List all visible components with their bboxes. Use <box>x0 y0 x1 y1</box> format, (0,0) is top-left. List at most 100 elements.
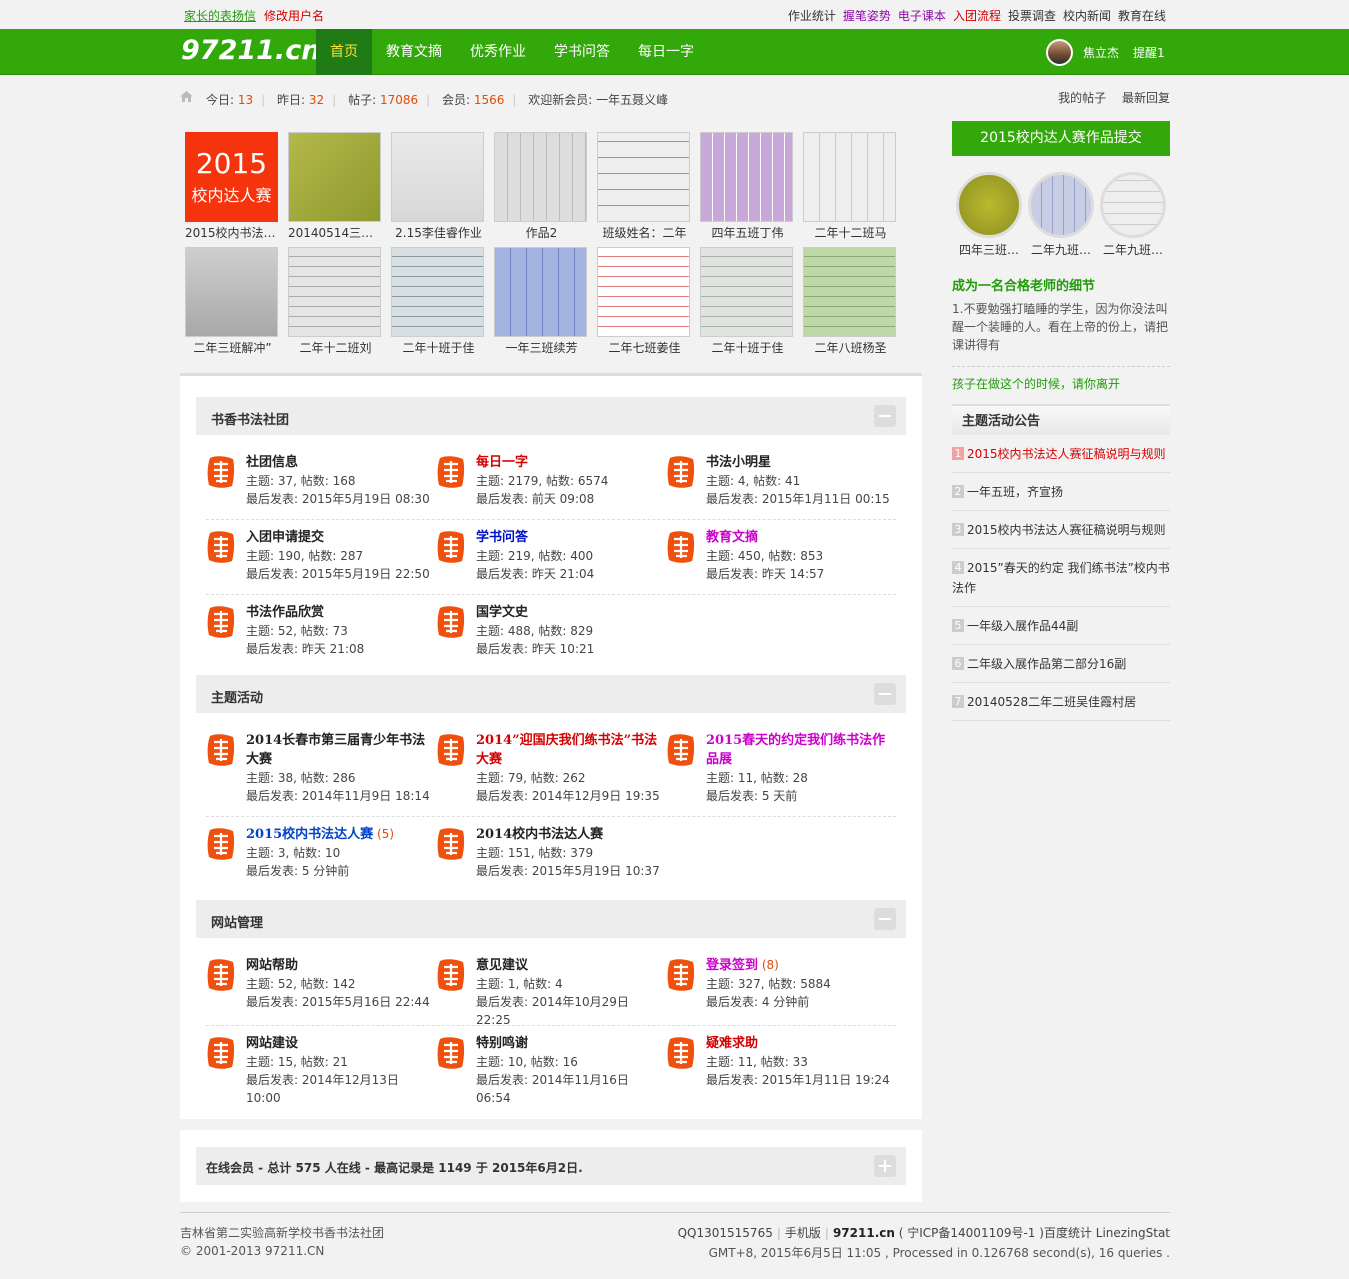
forum-last-post[interactable]: 最后发表: 昨天 21:04 <box>476 565 666 583</box>
forum-last-post[interactable]: 最后发表: 2015年5月19日 22:50 <box>246 565 436 583</box>
announcement-text[interactable]: 2015校内书法达人赛征稿说明与规则 <box>967 447 1166 461</box>
topbar-link[interactable]: 修改用户名 <box>264 9 324 23</box>
submit-work-button[interactable]: 2015校内达人赛作品提交 <box>952 121 1170 156</box>
forum-last-post[interactable]: 最后发表: 4 分钟前 <box>706 993 896 1011</box>
footer-site[interactable]: 97211.cn <box>833 1226 895 1240</box>
forum-last-post[interactable]: 最后发表: 2015年5月16日 22:44 <box>246 993 436 1011</box>
featured-work-caption[interactable]: 四年三班… <box>956 241 1022 258</box>
topbar-link[interactable]: 入团流程 <box>953 9 1001 23</box>
article-title[interactable]: 成为一名合格老师的细节 <box>952 275 1170 294</box>
thumbnail-image[interactable] <box>700 247 793 337</box>
site-logo[interactable]: 97211.cn <box>181 35 320 66</box>
thumbnail-caption[interactable]: 一年三班续芳 <box>494 339 589 357</box>
forum-last-post[interactable]: 最后发表: 2014年12月13日 10:00 <box>246 1071 436 1107</box>
topbar-link[interactable]: 作业统计 <box>788 9 836 23</box>
announcement-text[interactable]: 20140528二年二班吴佳霞村居 <box>967 695 1136 709</box>
thumbnail-image[interactable] <box>185 247 278 337</box>
forum-last-post[interactable]: 最后发表: 昨天 10:21 <box>476 640 666 658</box>
featured-work[interactable]: 二年九班… <box>1100 172 1166 258</box>
thumbnail-item[interactable]: 一年三班续芳 <box>494 247 589 357</box>
forum-name-link[interactable]: 2014长春市第三届青少年书法大赛 <box>246 733 425 767</box>
forum-name-link[interactable]: 网站建设 <box>246 1036 298 1051</box>
forum-name-link[interactable]: 书法小明星 <box>706 455 771 470</box>
topbar-link[interactable]: 投票调查 <box>1008 9 1056 23</box>
forum-name-link[interactable]: 意见建议 <box>476 958 528 973</box>
thumbnail-caption[interactable]: 二年十班于佳 <box>700 339 795 357</box>
category-header[interactable]: 网站管理 <box>196 900 906 938</box>
collapse-toggle-icon[interactable] <box>874 908 896 930</box>
forum-last-post[interactable]: 最后发表: 昨天 21:08 <box>246 640 436 658</box>
thumbnail-item[interactable]: 二年三班解冲” <box>185 247 280 357</box>
username-link[interactable]: 焦立杰 <box>1083 44 1119 61</box>
forum-last-post[interactable]: 最后发表: 5 天前 <box>706 787 896 805</box>
thumbnail-item[interactable]: 二年十班于佳 <box>391 247 486 357</box>
forum-last-post[interactable]: 最后发表: 2015年5月19日 10:37 <box>476 862 666 880</box>
featured-work-image[interactable] <box>956 172 1022 238</box>
announcement-text[interactable]: 一年级入展作品44副 <box>967 619 1078 633</box>
topbar-link[interactable]: 校内新闻 <box>1063 9 1111 23</box>
announcement-text[interactable]: 2015”春天的约定 我们练书法”校内书法作 <box>952 561 1170 595</box>
thumbnail-caption[interactable]: 二年七班姜佳 <box>597 339 692 357</box>
topbar-link[interactable]: 家长的表扬信 <box>184 9 256 23</box>
forum-name-link[interactable]: 2015校内书法达人赛 <box>246 827 373 842</box>
article-link[interactable]: 孩子在做这个的时候，请你离开 <box>952 366 1170 392</box>
footer-copyright[interactable]: © 2001-2013 97211.CN <box>180 1244 324 1258</box>
forum-name-link[interactable]: 书法作品欣赏 <box>246 605 324 620</box>
thumbnail-item[interactable]: 20140514三年六班 <box>288 132 383 242</box>
thumbnail-caption[interactable]: 二年三班解冲” <box>185 339 280 357</box>
announcement-item[interactable]: 3 2015校内书法达人赛征稿说明与规则 <box>952 511 1170 549</box>
thumbnail-image[interactable] <box>494 132 587 222</box>
nav-item[interactable]: 学书问答 <box>540 29 624 75</box>
thumbnail-caption[interactable]: 二年十二班马 <box>803 224 898 242</box>
forum-name-link[interactable]: 登录签到 <box>706 958 758 973</box>
thumbnail-image[interactable]: 2015 校内达人赛 <box>185 132 278 222</box>
announcement-item[interactable]: 6 二年级入展作品第二部分16副 <box>952 645 1170 683</box>
thumbnail-item[interactable]: 四年五班丁伟 <box>700 132 795 242</box>
announcement-item[interactable]: 4 2015”春天的约定 我们练书法”校内书法作 <box>952 549 1170 607</box>
thumbnail-item[interactable]: 班级姓名：二年 <box>597 132 692 242</box>
category-title[interactable]: 主题活动 <box>211 687 263 706</box>
announcement-item[interactable]: 7 20140528二年二班吴佳霞村居 <box>952 683 1170 721</box>
forum-name-link[interactable]: 社团信息 <box>246 455 298 470</box>
thumbnail-item[interactable]: 二年七班姜佳 <box>597 247 692 357</box>
expand-toggle-icon[interactable] <box>874 1155 896 1177</box>
thumbnail-image[interactable] <box>391 247 484 337</box>
forum-last-post[interactable]: 最后发表: 2015年1月11日 00:15 <box>706 490 896 508</box>
nav-item[interactable]: 教育文摘 <box>372 29 456 75</box>
nav-item[interactable]: 优秀作业 <box>456 29 540 75</box>
thumbnail-image[interactable] <box>803 247 896 337</box>
forum-name-link[interactable]: 入团申请提交 <box>246 530 324 545</box>
announcement-item[interactable]: 1 2015校内书法达人赛征稿说明与规则 <box>952 435 1170 473</box>
thumbnail-caption[interactable]: 2015校内书法达人赛 <box>185 224 280 242</box>
forum-name-link[interactable]: 疑难求助 <box>706 1036 758 1051</box>
forum-last-post[interactable]: 最后发表: 2014年11月9日 18:14 <box>246 787 436 805</box>
home-icon[interactable] <box>180 91 193 102</box>
forum-name-link[interactable]: 2015春天的约定我们练书法作品展 <box>706 733 885 767</box>
nav-item[interactable]: 首页 <box>316 29 372 75</box>
topbar-link[interactable]: 握笔姿势 <box>843 9 891 23</box>
featured-work[interactable]: 二年九班… <box>1028 172 1094 258</box>
forum-name-link[interactable]: 2014校内书法达人赛 <box>476 827 603 842</box>
forum-last-post[interactable]: 最后发表: 前天 09:08 <box>476 490 666 508</box>
forum-name-link[interactable]: 每日一字 <box>476 455 528 470</box>
forum-last-post[interactable]: 最后发表: 昨天 14:57 <box>706 565 896 583</box>
thumbnail-image[interactable] <box>597 132 690 222</box>
featured-work-caption[interactable]: 二年九班… <box>1100 241 1166 258</box>
thumbnail-item[interactable]: 2.15李佳睿作业 <box>391 132 486 242</box>
announcement-text[interactable]: 二年级入展作品第二部分16副 <box>967 657 1126 671</box>
thumbnail-image[interactable] <box>494 247 587 337</box>
latest-reply-link[interactable]: 最新回复 <box>1122 91 1170 105</box>
featured-work-image[interactable] <box>1028 172 1094 238</box>
thumbnail-caption[interactable]: 作品2 <box>494 224 589 242</box>
thumbnail-caption[interactable]: 20140514三年六班 <box>288 224 383 242</box>
thumbnail-item[interactable]: 二年十二班马 <box>803 132 898 242</box>
thumbnail-image[interactable] <box>391 132 484 222</box>
thumbnail-caption[interactable]: 四年五班丁伟 <box>700 224 795 242</box>
remind-link[interactable]: 提醒1 <box>1133 44 1165 61</box>
announcement-item[interactable]: 5 一年级入展作品44副 <box>952 607 1170 645</box>
thumbnail-caption[interactable]: 二年八班杨圣 <box>803 339 898 357</box>
thumbnail-item[interactable]: 作品2 <box>494 132 589 242</box>
thumbnail-image[interactable] <box>597 247 690 337</box>
announcement-text[interactable]: 2015校内书法达人赛征稿说明与规则 <box>967 523 1166 537</box>
forum-last-post[interactable]: 最后发表: 2014年12月9日 19:35 <box>476 787 666 805</box>
